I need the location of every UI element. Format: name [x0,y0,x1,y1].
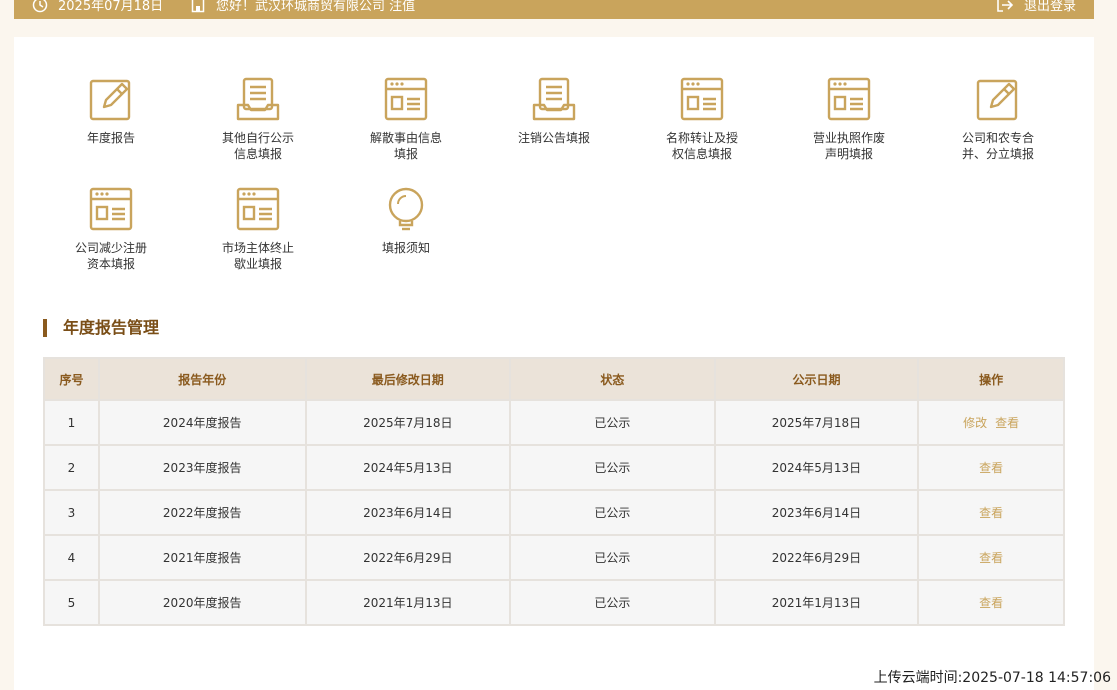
window-icon [384,77,428,121]
tile-name-transfer[interactable]: 名称转让及授 权信息填报 [642,77,762,162]
cell-actions: 查看 [917,444,1065,491]
tile-label: 年度报告 [86,131,135,145]
cell-year: 2023年度报告 [97,444,307,491]
window-icon [89,187,133,231]
tile-label: 注销公告填报 [517,131,590,145]
table-row: 5 2020年度报告 2021年1月13日 已公示 2021年1月13日 查看 [43,579,1065,626]
tile-label: 名称转让及授 权信息填报 [665,131,738,161]
cell-published: 2025年7月18日 [713,399,920,446]
table-row: 4 2021年度报告 2022年6月29日 已公示 2022年6月29日 查看 [43,534,1065,581]
cell-no: 2 [43,444,100,491]
cell-year: 2021年度报告 [97,534,307,581]
section-title: 年度报告管理 [43,319,159,337]
cell-modified: 2023年6月14日 [304,489,512,536]
tile-termination[interactable]: 市场主体终止 歇业填报 [198,187,318,272]
table-row: 2 2023年度报告 2024年5月13日 已公示 2024年5月13日 查看 [43,444,1065,491]
cell-modified: 2022年6月29日 [304,534,512,581]
cell-year: 2024年度报告 [97,399,307,446]
inbox-icon [532,77,576,121]
cell-modified: 2021年1月13日 [304,579,512,626]
col-header-year: 报告年份 [97,357,307,401]
cell-no: 5 [43,579,100,626]
window-icon [236,187,280,231]
greeting: 您好！武汉环城商贸有限公司 注值 [190,0,415,14]
cell-no: 3 [43,489,100,536]
cell-actions: 修改 查看 [917,399,1065,446]
cell-modified: 2024年5月13日 [304,444,512,491]
tile-deregistration[interactable]: 注销公告填报 [494,77,614,146]
window-icon [827,77,871,121]
cell-actions: 查看 [917,534,1065,581]
tile-capital-reduction[interactable]: 公司减少注册 资本填报 [51,187,171,272]
cell-status: 已公示 [509,489,716,536]
cell-actions: 查看 [917,579,1065,626]
col-header-actions: 操作 [917,357,1065,401]
view-link[interactable]: 查看 [979,551,1003,565]
col-header-modified: 最后修改日期 [304,357,512,401]
cell-published: 2022年6月29日 [713,534,920,581]
view-link[interactable]: 查看 [979,506,1003,520]
tile-label: 填报须知 [381,241,430,255]
table-row: 3 2022年度报告 2023年6月14日 已公示 2023年6月14日 查看 [43,489,1065,536]
clock-icon [32,0,48,12]
cell-modified: 2025年7月18日 [304,399,512,446]
cell-no: 4 [43,534,100,581]
tile-label: 公司和农专合 并、分立填报 [961,131,1034,161]
logout-icon [997,0,1014,12]
lightbulb-icon [388,187,424,231]
edit-icon [976,79,1018,121]
edit-icon [89,79,131,121]
tile-label: 市场主体终止 歇业填报 [221,241,294,271]
logout-label: 退出登录 [1023,0,1076,14]
cell-published: 2021年1月13日 [713,579,920,626]
tile-dissolution[interactable]: 解散事由信息 填报 [346,77,466,162]
annual-report-table: 序号 报告年份 最后修改日期 状态 公示日期 操作 1 2024年度报告 202… [43,357,1065,626]
cell-no: 1 [43,399,100,446]
cell-status: 已公示 [509,579,716,626]
tile-other-disclosure[interactable]: 其他自行公示 信息填报 [198,77,318,162]
cell-status: 已公示 [509,444,716,491]
table-header-row: 序号 报告年份 最后修改日期 状态 公示日期 操作 [43,357,1065,401]
tile-label: 公司减少注册 资本填报 [74,241,147,271]
date-display: 2025年07月18日 [32,0,163,14]
col-header-status: 状态 [509,357,716,401]
cell-published: 2023年6月14日 [713,489,920,536]
view-link[interactable]: 查看 [979,596,1003,610]
main-panel: 年度报告 其他自行公示 信息填报 解散事由信息 填报 注销公告填报 名称转让及授… [14,37,1094,690]
inbox-icon [236,77,280,121]
col-header-published: 公示日期 [713,357,920,401]
tile-merger-split[interactable]: 公司和农专合 并、分立填报 [938,77,1058,162]
upload-time: 上传云端时间:2025-07-18 14:57:06 [873,670,1111,686]
tile-label: 营业执照作废 声明填报 [812,131,885,161]
tile-annual-report[interactable]: 年度报告 [51,77,171,146]
cell-actions: 查看 [917,489,1065,536]
col-header-no: 序号 [43,357,100,401]
edit-link[interactable]: 修改 [963,416,987,430]
logout-button[interactable]: 退出登录 [996,0,1076,14]
tile-license-void[interactable]: 营业执照作废 声明填报 [789,77,909,162]
tile-label: 解散事由信息 填报 [369,131,442,161]
tile-filing-notice[interactable]: 填报须知 [346,187,466,256]
cell-status: 已公示 [509,534,716,581]
tile-label: 其他自行公示 信息填报 [221,131,294,161]
cell-status: 已公示 [509,399,716,446]
table-row: 1 2024年度报告 2025年7月18日 已公示 2025年7月18日 修改查… [43,399,1065,446]
top-bar: 2025年07月18日 您好！武汉环城商贸有限公司 注值 退出登录 [14,0,1094,19]
view-link[interactable]: 查看 [995,416,1019,430]
building-icon [191,0,205,12]
cell-year: 2022年度报告 [97,489,307,536]
window-icon [680,77,724,121]
cell-year: 2020年度报告 [97,579,307,626]
cell-published: 2024年5月13日 [713,444,920,491]
date-text: 2025年07月18日 [58,0,164,14]
greeting-text: 您好！武汉环城商贸有限公司 注值 [216,0,416,14]
view-link[interactable]: 查看 [979,461,1003,475]
